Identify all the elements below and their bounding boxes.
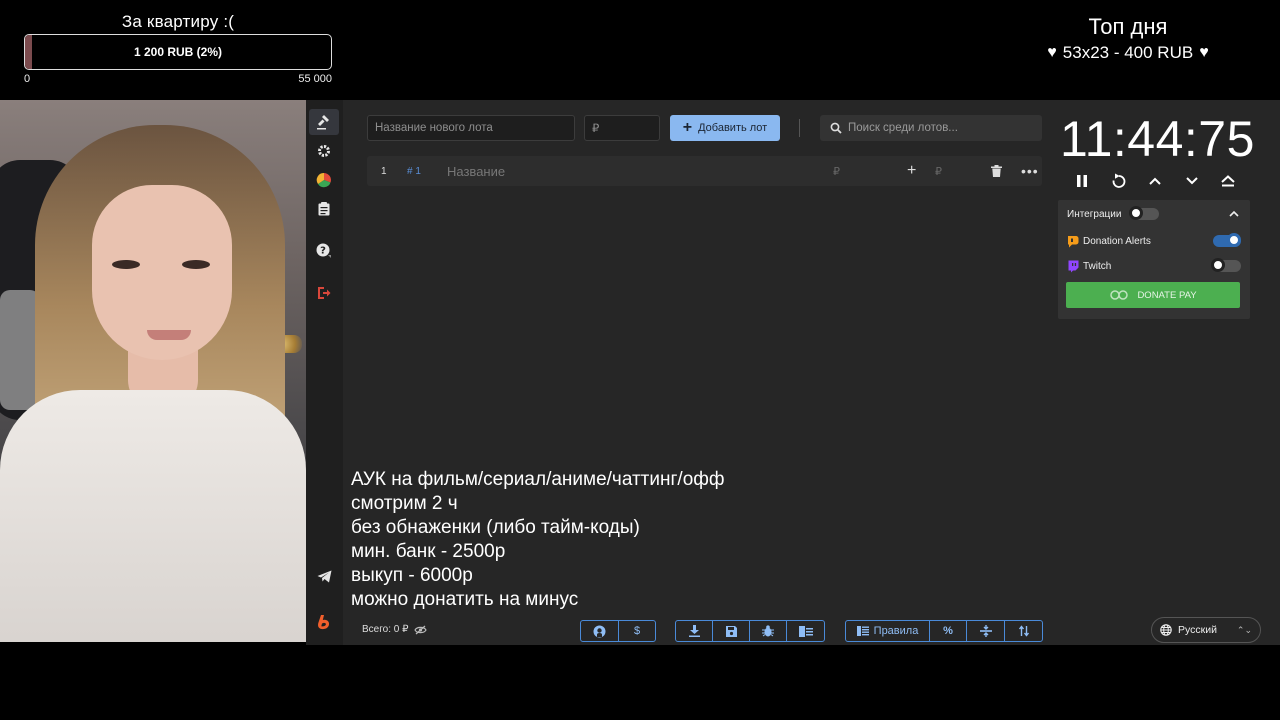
rules-line: АУК на фильм/сериал/аниме/чаттинг/офф — [351, 469, 725, 490]
timer-controls — [1070, 170, 1240, 192]
more-options-icon[interactable]: ••• — [1021, 156, 1039, 186]
dollar-icon[interactable]: $ — [619, 621, 655, 641]
list-icon — [856, 626, 869, 636]
lot-search-input[interactable]: Поиск среди лотов... — [820, 115, 1042, 141]
clipboard-icon[interactable] — [309, 196, 339, 222]
integrations-master-toggle[interactable] — [1129, 206, 1159, 220]
total-amount: Всего: 0 ₽ — [362, 624, 428, 635]
chevron-up-icon[interactable] — [1229, 209, 1239, 220]
svg-text:?: ? — [320, 246, 326, 257]
heart-icon: ♥ — [1199, 44, 1209, 61]
goal-progress-text: 1 200 RUB (2%) — [133, 45, 223, 59]
globe-icon — [1160, 624, 1172, 636]
twitch-icon — [1068, 260, 1079, 272]
integrations-title: Интеграции — [1067, 208, 1122, 220]
donate-pay-button[interactable]: DONATE PAY — [1066, 282, 1240, 308]
trash-icon[interactable] — [991, 156, 1002, 186]
lot-id: # 1 — [407, 165, 421, 177]
lot-amount-field[interactable]: ₽ — [833, 156, 840, 186]
donation-alerts-toggle[interactable] — [1213, 233, 1241, 247]
links-button-group: $ — [580, 620, 656, 642]
toolbar-divider — [799, 119, 800, 137]
lot-row: 1 # 1 Название ₽ + ₽ ••• — [367, 156, 1042, 186]
heart-icon: ♥ — [1047, 44, 1057, 61]
chevron-updown-icon: ⌃⌄ — [1236, 624, 1252, 635]
file-button-group — [675, 620, 825, 642]
integration-label: Twitch — [1083, 260, 1112, 272]
double-chevron-up-icon[interactable] — [1216, 170, 1240, 192]
integration-twitch: Twitch — [1067, 256, 1241, 276]
donation-goal-widget: За квартиру :( 1 200 RUB (2%) 0 55 000 — [24, 12, 332, 85]
telegram-icon[interactable] — [309, 563, 339, 589]
reset-icon[interactable] — [1107, 170, 1131, 192]
twitch-toggle[interactable] — [1211, 258, 1241, 272]
lot-name-field[interactable]: Название — [447, 156, 505, 186]
auction-rules-text: АУК на фильм/сериал/аниме/чаттинг/офф см… — [351, 468, 725, 612]
auction-timer: 11:44:75 — [1060, 111, 1255, 167]
rules-line: мин. банк - 2500р — [351, 541, 506, 562]
lot-number: 1 — [381, 165, 387, 177]
goal-progress-bar: 1 200 RUB (2%) — [24, 34, 332, 70]
lot-name-input[interactable]: Название нового лота — [367, 115, 575, 141]
donation-alerts-icon — [1068, 235, 1079, 247]
eye-off-icon[interactable] — [414, 625, 428, 635]
gavel-icon[interactable] — [309, 109, 339, 135]
integrations-header: Интеграции — [1067, 204, 1241, 224]
integrations-panel: Интеграции Donation Alerts Twitch DONATE… — [1058, 200, 1250, 319]
boosty-icon[interactable] — [309, 609, 339, 635]
wheel-icon[interactable] — [309, 167, 339, 193]
github-icon[interactable] — [581, 621, 619, 641]
goal-title: За квартиру :( — [121, 12, 235, 31]
auction-app: ? Название нового лота ₽ + Добавить лот … — [306, 100, 1280, 645]
search-placeholder: Поиск среди лотов... — [848, 122, 958, 134]
rules-line: можно донатить на минус — [351, 589, 579, 610]
rules-line: без обнаженки (либо тайм-коды) — [351, 517, 640, 538]
goal-max-label: 55 000 — [298, 73, 332, 85]
search-icon — [830, 122, 842, 134]
rules-line: выкуп - 6000р — [351, 565, 473, 586]
donate-pay-label: DONATE PAY — [1137, 289, 1197, 301]
sort-icon[interactable] — [1005, 621, 1042, 641]
download-icon[interactable] — [676, 621, 713, 641]
language-value: Русский — [1178, 624, 1217, 636]
total-label: Всего: 0 ₽ — [362, 624, 409, 635]
chevron-down-icon[interactable] — [1180, 170, 1204, 192]
top-day-widget: Топ дня ♥ 53x23 - 400 RUB ♥ — [1024, 14, 1232, 63]
top-day-title: Топ дня — [1088, 14, 1168, 39]
chevron-up-icon[interactable] — [1143, 170, 1167, 192]
rules-line: смотрим 2 ч — [351, 493, 458, 514]
plus-icon: + — [682, 119, 693, 136]
percent-icon[interactable]: % — [930, 621, 967, 641]
bug-icon[interactable] — [750, 621, 787, 641]
integration-donation-alerts: Donation Alerts — [1067, 231, 1241, 251]
language-select[interactable]: Русский ⌃⌄ — [1151, 617, 1261, 643]
import-icon[interactable] — [787, 621, 824, 641]
webcam-feed — [0, 100, 306, 642]
compress-icon[interactable] — [967, 621, 1005, 641]
goal-min-label: 0 — [24, 73, 31, 85]
lot-add-amount-button[interactable]: + — [907, 156, 916, 186]
donate-pay-icon — [1110, 290, 1129, 300]
rules-button[interactable]: Правила — [846, 621, 930, 641]
save-icon[interactable] — [713, 621, 750, 641]
sidebar: ? — [306, 100, 343, 645]
settings-button-group: Правила % — [845, 620, 1043, 642]
integration-label: Donation Alerts — [1083, 235, 1151, 247]
gear-icon[interactable] — [309, 138, 339, 164]
help-icon[interactable]: ? — [309, 238, 339, 264]
pause-icon[interactable] — [1070, 170, 1094, 192]
lot-amount-input[interactable]: ₽ — [584, 115, 660, 141]
rules-button-label: Правила — [873, 625, 919, 637]
add-lot-label: Добавить лот — [698, 122, 768, 134]
logout-icon[interactable] — [309, 280, 339, 306]
add-lot-button[interactable]: + Добавить лот — [670, 115, 780, 141]
top-day-entry: 53x23 - 400 RUB — [1062, 43, 1194, 62]
lot-extra-amount-field[interactable]: ₽ — [935, 156, 942, 186]
